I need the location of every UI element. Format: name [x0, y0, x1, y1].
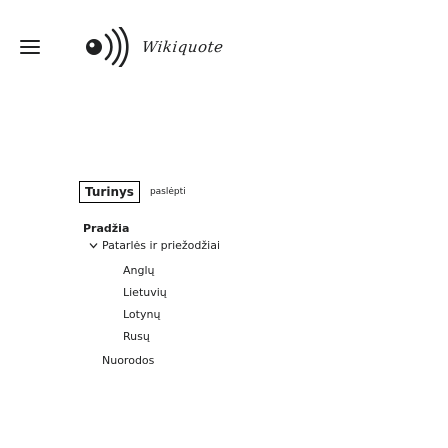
site-header: Wikiquote [0, 0, 448, 90]
toc-item-patarles[interactable]: Patarlės ir priežodžiai [102, 239, 220, 253]
toc-hide-link[interactable]: paslėpti [150, 187, 186, 197]
toc-title-tab[interactable]: Turinys [79, 181, 140, 203]
chevron-down-icon[interactable] [89, 241, 98, 250]
toc-item-lotynu[interactable]: Lotynų [123, 308, 160, 322]
site-wordmark: Wikiquote [141, 38, 225, 56]
radio-waves-logo-icon [86, 27, 129, 67]
toc-item-lietuviu[interactable]: Lietuvių [123, 286, 167, 300]
toc-item-anglu[interactable]: Anglų [123, 264, 155, 278]
toc-item-pradzia[interactable]: Pradžia [83, 222, 129, 236]
page: Wikiquote Turinys paslėpti Pradžia Patar… [0, 0, 448, 448]
site-logo[interactable]: Wikiquote [84, 27, 224, 67]
toc-item-rusu[interactable]: Rusų [123, 330, 150, 344]
toc-item-nuorodos[interactable]: Nuorodos [102, 354, 154, 368]
toc-header: Turinys paslėpti [79, 181, 186, 203]
hamburger-menu-icon[interactable] [20, 39, 40, 55]
